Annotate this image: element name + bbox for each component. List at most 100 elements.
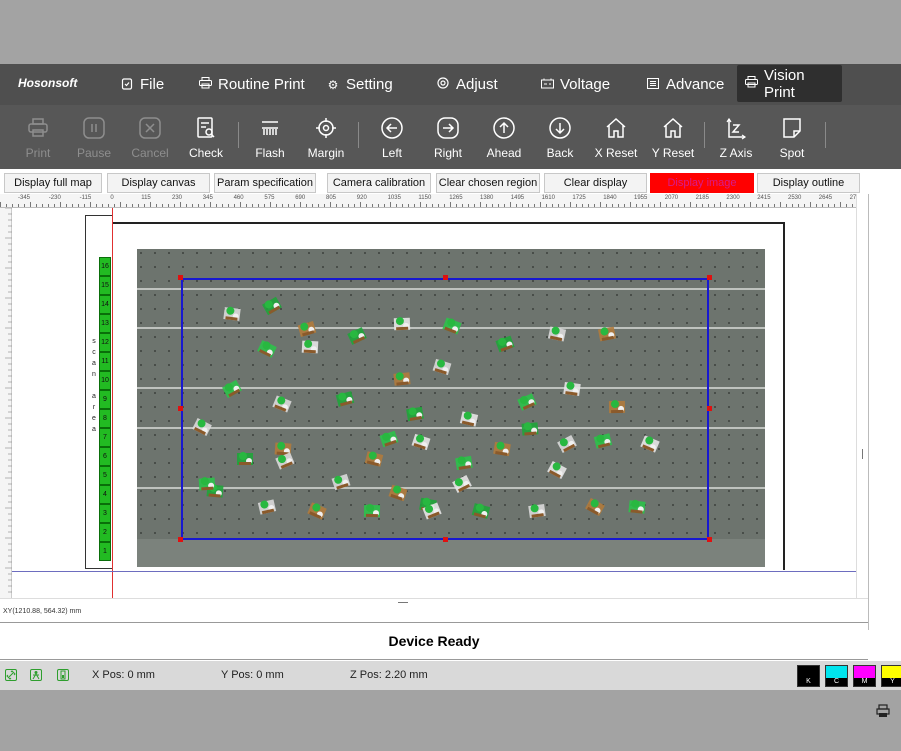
print-button[interactable]: Print (18, 105, 58, 169)
app-window: Hosonsoft File Routine Print ⚙ Setting A… (0, 64, 901, 717)
ruler-tick (732, 204, 733, 207)
scan-cell[interactable]: 13 (99, 314, 111, 333)
ruler-tick (384, 204, 385, 207)
print-canvas[interactable]: scan area 16 15 14 13 12 11 10 9 8 7 6 5 4 3 2 1 (12, 208, 856, 598)
menu-adjust[interactable]: Adjust (428, 64, 506, 105)
ruler-tick-label: 920 (356, 195, 367, 201)
resize-handle[interactable] (178, 537, 183, 542)
ruler-tick (150, 202, 151, 207)
ruler-tick-label: 1495 (510, 195, 525, 201)
display-full-map-button[interactable]: Display full map (4, 173, 102, 193)
menu-voltage[interactable]: Voltage (532, 64, 618, 105)
vision-button-row: Display full map Display canvas Param sp… (0, 169, 868, 193)
printer-icon[interactable] (876, 704, 890, 718)
scan-cell[interactable]: 15 (99, 276, 111, 295)
ruler-tick-label: 1725 (572, 195, 586, 201)
z-axis-button[interactable]: Z Axis (714, 105, 758, 169)
toolbar-label: Ahead (486, 146, 522, 160)
display-image-button[interactable]: Display image (650, 173, 754, 193)
left-button[interactable]: Left (372, 105, 412, 169)
resize-handle[interactable] (707, 275, 712, 280)
ruler-tick (0, 202, 1, 207)
note-icon (780, 116, 804, 140)
scan-cell[interactable]: 10 (99, 371, 111, 390)
menu-label: Vision Print (764, 66, 805, 101)
menu-setting[interactable]: ⚙ Setting (318, 64, 401, 105)
scan-cell[interactable]: 2 (99, 523, 111, 542)
printer-icon (198, 77, 212, 92)
scan-cell[interactable]: 5 (99, 466, 111, 485)
cancel-button[interactable]: Cancel (128, 105, 172, 169)
scan-cell[interactable]: 16 (99, 257, 111, 276)
ruler-tick-label: 345 (202, 195, 213, 201)
scan-cell[interactable]: 1 (99, 542, 111, 561)
resize-handle[interactable] (178, 275, 183, 280)
chosen-region[interactable] (181, 278, 709, 540)
menu-routine-print[interactable]: Routine Print (190, 64, 313, 105)
scan-cell[interactable]: 12 (99, 333, 111, 352)
resize-handle[interactable] (707, 537, 712, 542)
scan-cell[interactable]: 14 (99, 295, 111, 314)
scan-cell[interactable]: 3 (99, 504, 111, 523)
ruler-tick (822, 204, 823, 207)
status-person-icon[interactable] (30, 669, 42, 681)
ruler-tick (486, 204, 487, 207)
scan-cell[interactable]: 6 (99, 447, 111, 466)
resize-handle[interactable] (443, 275, 448, 280)
scroll-grip[interactable] (862, 449, 863, 459)
clear-display-button[interactable]: Clear display (544, 173, 647, 193)
param-specification-button[interactable]: Param specification (214, 173, 316, 193)
y-reset-button[interactable]: Y Reset (648, 105, 698, 169)
ruler-tick (48, 204, 49, 207)
x-reset-button[interactable]: X Reset (591, 105, 641, 169)
ruler-tick (690, 202, 691, 207)
menu-file[interactable]: File (112, 64, 172, 105)
flash-button[interactable]: Flash (250, 105, 290, 169)
spot-button[interactable]: Spot (772, 105, 812, 169)
pause-button[interactable]: Pause (74, 105, 114, 169)
vertical-scrollbar[interactable] (856, 194, 868, 598)
ruler-tick (648, 204, 649, 207)
resize-handle[interactable] (707, 406, 712, 411)
check-button[interactable]: Check (186, 105, 226, 169)
ruler-tick (354, 204, 355, 207)
menu-label: Advance (666, 76, 725, 93)
horizontal-scrollbar[interactable] (0, 598, 868, 606)
clear-chosen-region-button[interactable]: Clear chosen region (436, 173, 540, 193)
axis-icon (724, 116, 748, 140)
toolbar-divider (358, 122, 359, 148)
display-canvas-button[interactable]: Display canvas (107, 173, 210, 193)
ruler-tick (90, 202, 91, 207)
home-icon (661, 116, 685, 140)
right-side-panel (868, 194, 901, 717)
ruler-tick (540, 202, 541, 207)
right-button[interactable]: Right (428, 105, 468, 169)
link-icon[interactable] (5, 669, 17, 681)
resize-handle[interactable] (178, 406, 183, 411)
ruler-tick-label: 1150 (418, 195, 432, 201)
scan-cell[interactable]: 11 (99, 352, 111, 371)
ruler-tick (504, 204, 505, 207)
scroll-grip[interactable] (398, 602, 408, 603)
menu-vision-print[interactable]: Vision Print (737, 65, 842, 102)
scan-cell[interactable]: 7 (99, 428, 111, 447)
scan-cell[interactable]: 8 (99, 409, 111, 428)
ruler-tick (138, 204, 139, 207)
display-outline-button[interactable]: Display outline (757, 173, 860, 193)
margin-button[interactable]: Margin (304, 105, 348, 169)
menu-advance[interactable]: Advance (638, 64, 732, 105)
ruler-tick (726, 204, 727, 207)
ahead-button[interactable]: Ahead (482, 105, 526, 169)
ruler-tick (702, 204, 703, 207)
scan-cell[interactable]: 4 (99, 485, 111, 504)
resize-handle[interactable] (443, 537, 448, 542)
ruler-tick (360, 202, 361, 207)
ruler-tick (324, 204, 325, 207)
ruler-tick (294, 204, 295, 207)
camera-calibration-button[interactable]: Camera calibration (327, 173, 431, 193)
back-button[interactable]: Back (540, 105, 580, 169)
ruler-tick (510, 202, 511, 207)
ruler-tick (678, 204, 679, 207)
battery-icon[interactable] (57, 669, 69, 681)
scan-cell[interactable]: 9 (99, 390, 111, 409)
